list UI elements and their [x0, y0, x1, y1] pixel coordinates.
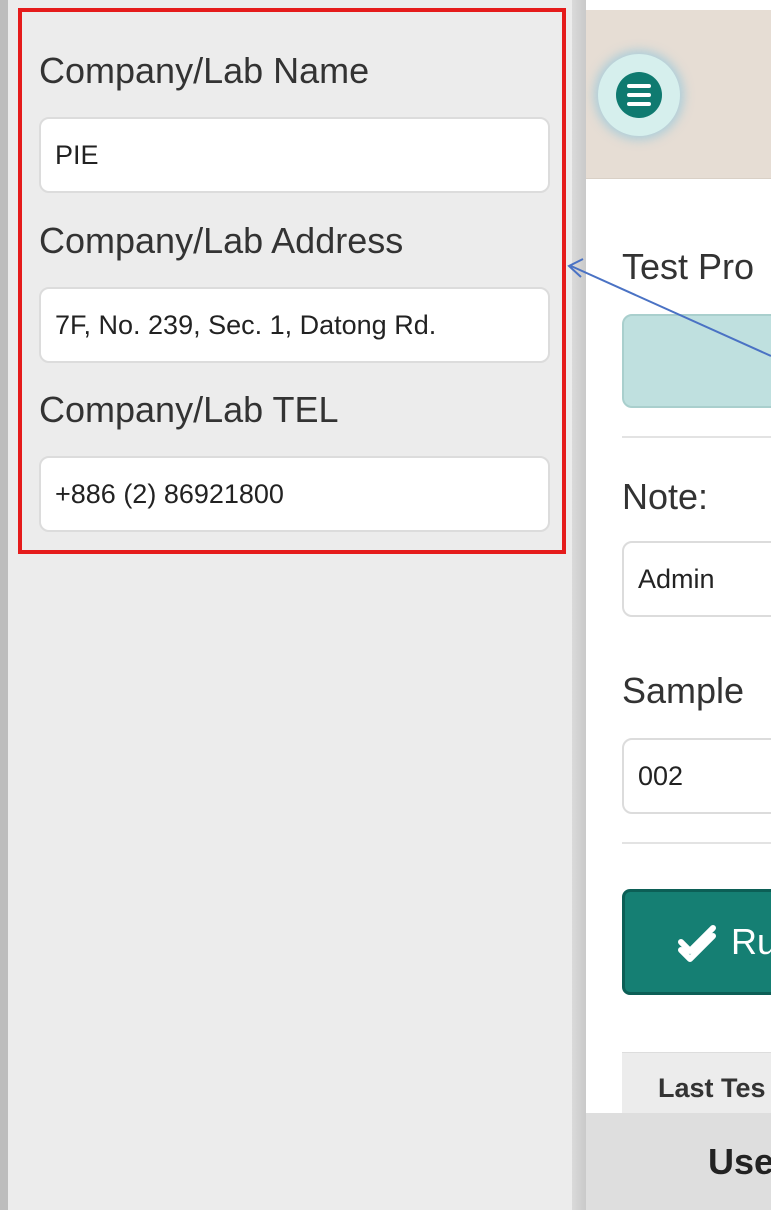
test-profile-select[interactable]: [622, 314, 771, 408]
sample-input[interactable]: [622, 738, 771, 814]
company-tel-label: Company/Lab TEL: [39, 389, 339, 430]
divider: [622, 436, 771, 438]
last-test-table-header: Last Tes: [622, 1052, 771, 1115]
company-info-panel: Company/Lab Name Company/Lab Address Com…: [8, 0, 586, 1210]
main-header: [586, 10, 771, 179]
company-address-input[interactable]: [39, 287, 550, 363]
main-content: Test Pro Note: Sample Ru Last Tes Use: [586, 0, 771, 1210]
company-name-input[interactable]: [39, 117, 550, 193]
left-edge-strip: [0, 0, 8, 1210]
run-test-button-label: Ru: [731, 921, 771, 962]
company-tel-input[interactable]: [39, 456, 550, 532]
sample-label: Sample: [622, 670, 745, 711]
run-test-button[interactable]: Ru: [622, 889, 771, 995]
last-test-header-label: Last Tes: [658, 1073, 766, 1103]
hamburger-menu-icon: [616, 72, 662, 118]
note-label: Note:: [622, 476, 709, 517]
test-profile-label: Test Pro: [622, 246, 755, 287]
company-name-label: Company/Lab Name: [39, 50, 370, 91]
panel-divider: [572, 0, 586, 1210]
menu-button[interactable]: [598, 54, 680, 136]
company-address-label: Company/Lab Address: [39, 220, 404, 261]
user-tab-label: Use: [708, 1141, 771, 1182]
note-input[interactable]: [622, 541, 771, 617]
user-tab[interactable]: Use: [586, 1113, 771, 1210]
double-check-icon: [678, 925, 716, 962]
divider: [622, 842, 771, 844]
